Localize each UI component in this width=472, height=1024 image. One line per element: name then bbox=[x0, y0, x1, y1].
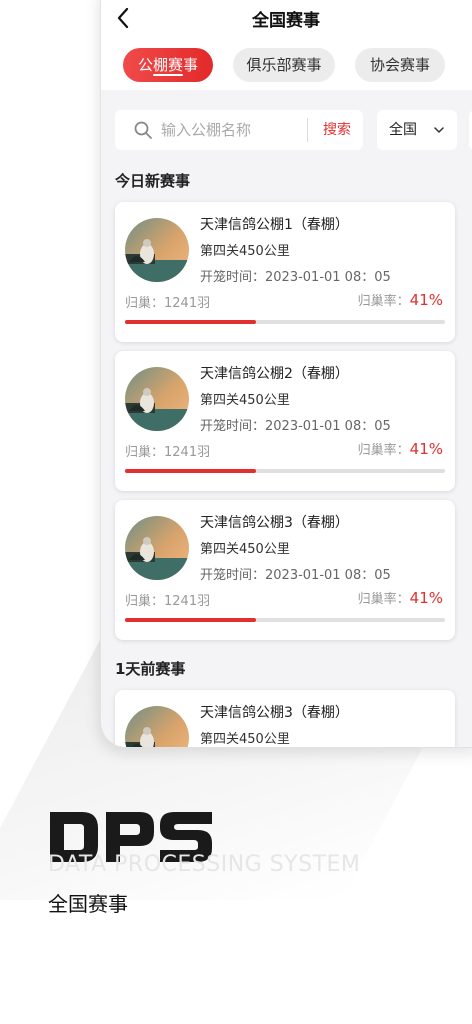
chevron-down-icon bbox=[434, 127, 444, 133]
card-title: 天津信鸽公棚3（春棚） bbox=[200, 515, 349, 531]
race-card[interactable]: 天津信鸽公棚2（春棚） 第四关450公里 开笼时间：2023-01-01 08：… bbox=[115, 351, 455, 491]
loft-avatar bbox=[125, 516, 189, 580]
page-title: 全国赛事 bbox=[252, 11, 320, 31]
search-divider bbox=[307, 118, 308, 142]
top-bar: 全国赛事 公棚赛事 俱乐部赛事 协会赛事 bbox=[101, 0, 472, 90]
card-start-time: 开笼时间：2023-01-01 08：05 bbox=[200, 568, 391, 583]
tab-gongpeng[interactable]: 公棚赛事 bbox=[123, 48, 213, 82]
race-card[interactable]: 天津信鸽公棚3（春棚） 第四关450公里 bbox=[115, 690, 455, 747]
section-title-1-day-ago: 1天前赛事 bbox=[115, 660, 186, 678]
active-tab-underline bbox=[153, 74, 183, 76]
card-returned-count: 归巢：1241羽 bbox=[125, 296, 211, 311]
region-value: 全国 bbox=[389, 122, 417, 138]
card-title: 天津信鸽公棚3（春棚） bbox=[200, 705, 349, 721]
card-stage: 第四关450公里 bbox=[200, 244, 290, 259]
card-start-time: 开笼时间：2023-01-01 08：05 bbox=[200, 419, 391, 434]
region-select[interactable]: 全国 bbox=[377, 110, 457, 150]
logo-subtitle: DATA PROCESSING SYSTEM bbox=[48, 852, 361, 877]
return-progress-track bbox=[125, 618, 445, 622]
search-button[interactable]: 搜索 bbox=[311, 110, 363, 150]
tab-label: 协会赛事 bbox=[369, 56, 430, 74]
race-card[interactable]: 天津信鸽公棚1（春棚） 第四关450公里 开笼时间：2023-01-01 08：… bbox=[115, 202, 455, 342]
tab-association[interactable]: 协会赛事 bbox=[355, 48, 445, 82]
race-card[interactable]: 天津信鸽公棚3（春棚） 第四关450公里 开笼时间：2023-01-01 08：… bbox=[115, 500, 455, 640]
return-progress-track bbox=[125, 320, 445, 324]
tab-bar: 公棚赛事 俱乐部赛事 协会赛事 bbox=[121, 48, 472, 82]
tab-label: 俱乐部赛事 bbox=[246, 56, 322, 74]
card-title: 天津信鸽公棚2（春棚） bbox=[200, 366, 349, 382]
card-return-rate: 归巢率：41% bbox=[358, 439, 443, 458]
card-returned-count: 归巢：1241羽 bbox=[125, 594, 211, 609]
search-box: 搜索 bbox=[115, 110, 363, 150]
rate-value: 41% bbox=[409, 589, 443, 607]
rate-label: 归巢率： bbox=[357, 443, 410, 458]
card-title: 天津信鸽公棚1（春棚） bbox=[200, 217, 349, 233]
card-stage: 第四关450公里 bbox=[200, 542, 290, 557]
phone-screen: 全国赛事 公棚赛事 俱乐部赛事 协会赛事 搜索 全国 bbox=[100, 0, 472, 748]
section-title-today: 今日新赛事 bbox=[115, 172, 191, 190]
card-stage: 第四关450公里 bbox=[200, 393, 290, 408]
return-progress-fill bbox=[125, 320, 257, 324]
return-progress-fill bbox=[125, 469, 257, 473]
return-progress-fill bbox=[125, 618, 257, 622]
search-input[interactable] bbox=[161, 120, 301, 140]
rate-value: 41% bbox=[409, 440, 443, 458]
search-row: 搜索 全国 bbox=[115, 110, 472, 150]
tab-club[interactable]: 俱乐部赛事 bbox=[233, 48, 335, 82]
loft-avatar bbox=[125, 367, 189, 431]
rate-label: 归巢率： bbox=[357, 592, 410, 607]
tab-label: 公棚赛事 bbox=[137, 56, 198, 74]
card-start-time: 开笼时间：2023-01-01 08：05 bbox=[200, 270, 391, 285]
screen-caption: 全国赛事 bbox=[48, 892, 128, 916]
rate-value: 41% bbox=[409, 291, 443, 309]
card-stage: 第四关450公里 bbox=[200, 732, 290, 747]
card-return-rate: 归巢率：41% bbox=[358, 588, 443, 607]
return-progress-track bbox=[125, 469, 445, 473]
loft-avatar bbox=[125, 218, 189, 282]
rate-label: 归巢率： bbox=[357, 294, 410, 309]
loft-avatar bbox=[125, 706, 189, 747]
card-returned-count: 归巢：1241羽 bbox=[125, 445, 211, 460]
search-icon bbox=[134, 121, 152, 139]
card-return-rate: 归巢率：41% bbox=[358, 290, 443, 309]
